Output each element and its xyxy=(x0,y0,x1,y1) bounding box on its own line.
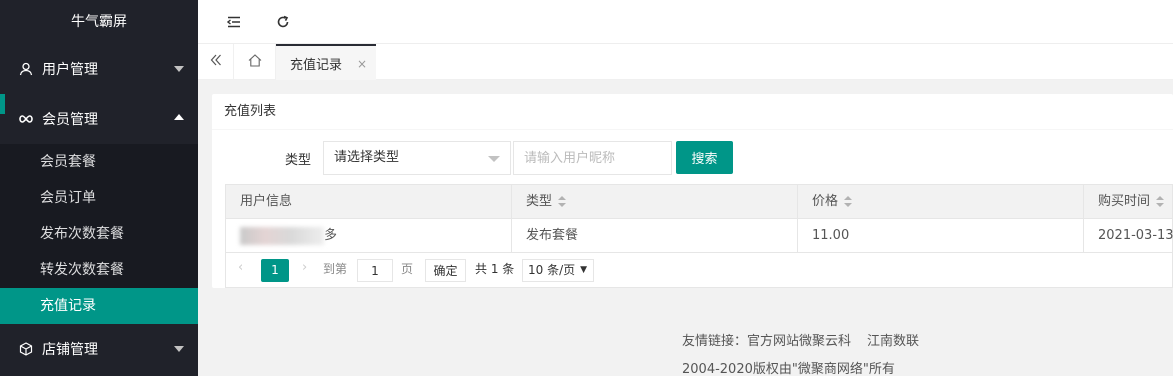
type-filter-label: 类型 xyxy=(285,153,312,168)
table-row: 多 发布套餐 11.00 2021-03-13 0 xyxy=(225,218,1173,253)
footer-links: 友情链接：官方网站微聚云科 江南数联 xyxy=(682,330,935,349)
sidebar-group-user-management[interactable]: 用户管理 xyxy=(0,44,198,94)
tab-label: 充值记录 xyxy=(290,57,343,73)
cell-purchase-time: 2021-03-13 0 xyxy=(1098,228,1173,243)
current-page[interactable]: 1 xyxy=(261,259,289,282)
sidebar-item-publish-count-packages[interactable]: 发布次数套餐 xyxy=(0,216,198,252)
recharge-list-card: 充值列表 类型 请选择类型 搜索 用户信息 类型 价格 购买时间 多 发布套餐 … xyxy=(212,94,1173,288)
card-title: 充值列表 xyxy=(212,94,1173,130)
close-icon[interactable]: × xyxy=(357,57,367,71)
sidebar-item-recharge-records[interactable]: 充值记录 xyxy=(0,288,198,324)
recharge-table: 用户信息 类型 价格 购买时间 多 发布套餐 11.00 2021-03-13 … xyxy=(225,184,1173,288)
footer-copyright: 2004-2020版权由"微聚商网络"所有 xyxy=(682,362,895,376)
top-header xyxy=(198,0,1173,44)
user-icon xyxy=(18,61,34,77)
home-icon xyxy=(248,53,262,71)
page-unit-label: 页 xyxy=(401,262,414,276)
menu-collapse-icon[interactable] xyxy=(224,12,244,32)
page-size-select[interactable]: 10 条/页 ▼ xyxy=(522,259,594,282)
cell-type: 发布套餐 xyxy=(512,219,798,252)
total-count: 共 1 条 xyxy=(475,262,515,276)
sidebar-member-submenu: 会员套餐 会员订单 发布次数套餐 转发次数套餐 充值记录 xyxy=(0,144,198,324)
double-chevron-left-icon xyxy=(210,54,222,70)
column-header-user-info: 用户信息 xyxy=(226,185,512,218)
sidebar-group-store-management[interactable]: 店铺管理 xyxy=(0,324,198,374)
cube-icon xyxy=(18,341,34,357)
column-header-type[interactable]: 类型 xyxy=(512,185,798,218)
sort-icon[interactable] xyxy=(558,195,567,208)
column-header-purchase-time[interactable]: 购买时间 xyxy=(1084,185,1173,218)
goto-label: 到第 xyxy=(323,262,348,276)
app-logo: 牛气霸屏 xyxy=(71,14,127,30)
footer-link[interactable]: 江南数联 xyxy=(867,334,919,349)
tab-recharge-records[interactable]: 充值记录 × xyxy=(276,44,376,80)
infinity-icon xyxy=(18,111,34,127)
caret-down-icon xyxy=(488,156,500,162)
cell-price: 11.00 xyxy=(798,219,1084,252)
sidebar-group-label: 店铺管理 xyxy=(42,342,98,358)
table-header: 用户信息 类型 价格 购买时间 xyxy=(225,184,1173,219)
prev-page-button[interactable]: ‹ xyxy=(238,260,243,275)
type-select-value: 请选择类型 xyxy=(334,150,400,165)
cell-user-info: 多 xyxy=(226,219,512,252)
sort-icon[interactable] xyxy=(1156,195,1165,208)
next-page-button[interactable]: › xyxy=(302,260,307,275)
column-header-price[interactable]: 价格 xyxy=(798,185,1084,218)
sidebar-item-member-orders[interactable]: 会员订单 xyxy=(0,180,198,216)
dropdown-caret-icon: ▼ xyxy=(580,265,587,275)
home-tab[interactable] xyxy=(235,44,276,80)
sidebar-group-label: 用户管理 xyxy=(42,62,98,78)
blurred-user-avatar-name xyxy=(240,226,324,245)
tab-bar: 充值记录 × xyxy=(198,44,1173,80)
sort-icon[interactable] xyxy=(844,195,853,208)
sidebar-item-forward-count-packages[interactable]: 转发次数套餐 xyxy=(0,252,198,288)
chevron-down-icon xyxy=(174,66,184,72)
sidebar: 牛气霸屏 用户管理 会员管理 会员套餐 会员订单 发布次数套餐 转发次数套餐 充… xyxy=(0,0,198,376)
sidebar-group-member-management[interactable]: 会员管理 xyxy=(0,94,198,144)
footer-link[interactable]: 官方网站微聚云科 xyxy=(747,334,851,349)
footer-links-label: 友情链接： xyxy=(682,334,748,349)
goto-confirm-button[interactable]: 确定 xyxy=(425,259,466,282)
search-button[interactable]: 搜索 xyxy=(676,141,733,174)
page-size-value: 10 条/页 xyxy=(528,263,576,277)
type-select[interactable]: 请选择类型 xyxy=(323,141,511,175)
chevron-up-icon xyxy=(174,114,184,120)
sidebar-item-member-packages[interactable]: 会员套餐 xyxy=(0,144,198,180)
goto-page-input[interactable] xyxy=(357,259,393,282)
nickname-search-input[interactable] xyxy=(513,141,672,175)
pagination: ‹ 1 › 到第 页 确定 共 1 条 10 条/页 ▼ xyxy=(225,252,1173,288)
sidebar-group-label: 会员管理 xyxy=(42,112,98,128)
chevron-down-icon xyxy=(174,346,184,352)
refresh-icon[interactable] xyxy=(273,12,293,32)
tabs-scroll-left-button[interactable] xyxy=(198,44,234,80)
user-name-visible-part: 多 xyxy=(324,228,338,243)
